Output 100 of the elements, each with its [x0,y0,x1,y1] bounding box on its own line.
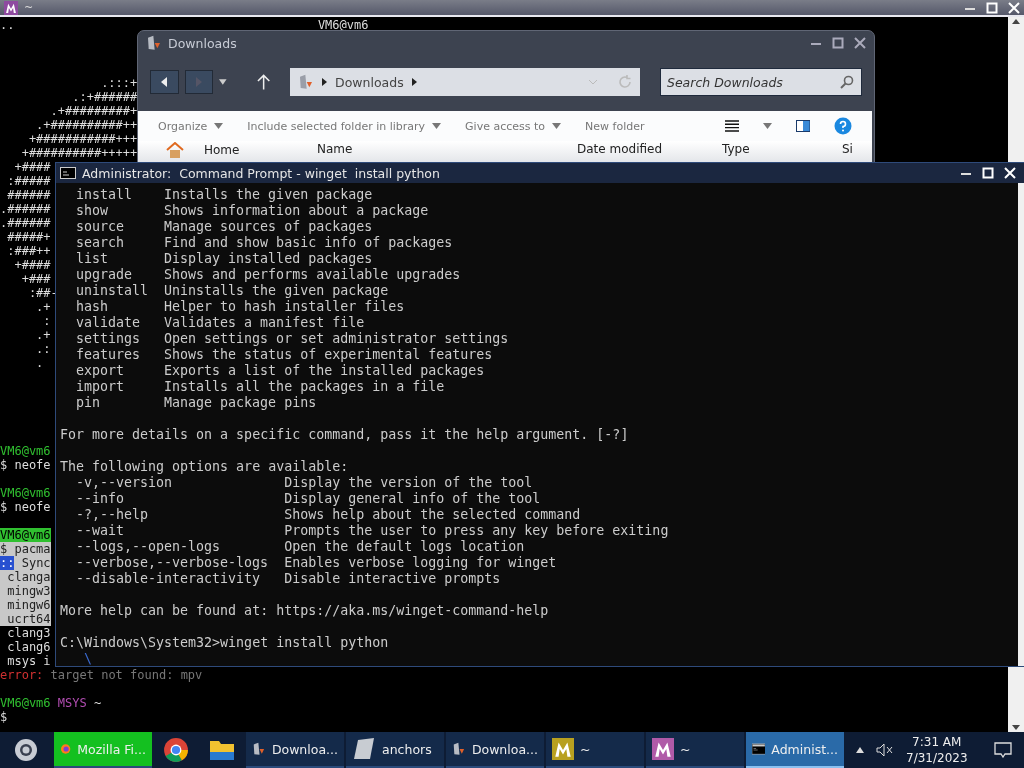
ascii-art-line: . [35,356,44,370]
terminal-line: $ neofe [0,458,51,472]
ascii-art-line: :###++ [6,244,51,258]
console-text: The following options are available: [60,459,350,475]
taskbar-button[interactable]: ~ [546,732,644,768]
option-description: Disable interactive prompts [284,571,501,587]
command-description: Installs all the packages in a file [164,379,445,395]
option-description: Shows help about the selected command [284,507,581,523]
option-name: -?,--help [76,507,150,523]
nav-item[interactable]: Home [188,143,240,157]
command-description: Shows information about a package [164,203,429,219]
terminal-line: VM6@vm6 [0,444,51,458]
command-name: validate [76,315,142,331]
option-name: --info [76,491,126,507]
option-name: --disable-interactivity [76,571,262,587]
terminal-line: VM6@vm6 [0,486,51,500]
taskbar-button[interactable]: anchors [346,732,444,768]
column-header[interactable]: Date modified [561,142,706,156]
ascii-art-line: .:+###### [71,90,138,104]
command-name: search [76,235,126,251]
ascii-art-line: :##- [27,286,58,300]
taskbar-button[interactable]: Downloa... [246,732,344,768]
ascii-art-line: .: [35,342,51,356]
command-name: install [76,187,134,203]
command-description: Installs the given package [164,187,373,203]
window-title: Downloads [168,35,238,51]
terminal-line: :: Sync [0,556,51,570]
column-header[interactable]: Si [826,142,872,156]
ascii-art-line: .+##########++ [35,118,138,132]
command-description: Find and show basic info of packages [164,235,453,251]
option-description: Open the default logs location [284,539,525,555]
column-header[interactable]: Type [706,142,826,156]
ascii-art-line: .+ [35,300,51,314]
command-name: list [76,251,110,267]
option-description: Enables verbose logging for winget [284,555,557,571]
terminal-line: VM6@vm6 MSYS ~ [0,696,102,710]
terminal-line: $ [0,710,8,724]
console-text: More help can be found at: https://aka.ms/winget-command-help [60,603,550,619]
terminal-line: $ neofe [0,500,51,514]
taskbar-button[interactable]: Administ... [746,732,844,768]
ascii-art-line: +##########+++++ [20,146,138,160]
terminal-line: clang6 [6,640,51,654]
toolbar-button[interactable]: Include selected folder in library [247,119,442,133]
terminal-line: msys i [6,654,51,668]
console-text: For more details on a specific command, pass it the help argument. [-?] [60,427,630,443]
command-description: Shows and performs available upgrades [164,267,461,283]
search-field[interactable]: Search Downloads [660,68,862,96]
toolbar-button[interactable]: Give access to [465,119,562,133]
terminal-line: clang3 [6,626,51,640]
address-bar[interactable]: Downloads [290,68,640,96]
command-name: import [76,379,126,395]
option-description: Display general info of the tool [284,491,541,507]
breadcrumb[interactable]: Downloads [335,74,404,90]
window-title: ~ [24,1,35,14]
command-name: show [76,203,110,219]
ascii-art-line: #####+ [6,230,51,244]
command-name: features [76,347,142,363]
toolbar-button[interactable]: New folder [585,119,645,133]
option-name: --logs,--open-logs [76,539,222,555]
ascii-art-line: .+ [35,328,51,342]
command-name: settings [76,331,142,347]
window-title: Administrator: Command Prompt - winget install python [82,165,441,181]
command-description: Display installed packages [164,251,373,267]
command-name: upgrade [76,267,134,283]
ascii-art-line: +### [20,272,51,286]
command-description: Validates a manifest file [164,315,365,331]
option-name: --wait [76,523,126,539]
ascii-art-line: .###### [0,216,51,230]
taskbar-button[interactable]: ~ [646,732,744,768]
ascii-art-line: ###### [6,188,51,202]
terminal-text: VM6@vm6 [317,18,369,32]
command-name: source [76,219,126,235]
option-description: Prompts the user to press any key before exiting [284,523,669,539]
command-name: pin [76,395,102,411]
command-description: Uninstalls the given package [164,283,389,299]
command-line: C:\Windows\System32>winget install python [60,635,390,651]
option-name: -v,--version [76,475,174,491]
option-description: Display the version of the tool [284,475,533,491]
command-name: export [76,363,126,379]
ascii-art-line: +#### [13,258,51,272]
terminal-line: error: target not found: mpv [0,668,203,682]
ascii-art-line: :##### [6,174,51,188]
option-name: --verbose,--verbose-logs [76,555,270,571]
ascii-art-line: .+#########+ [49,104,138,118]
ascii-art-line: +#### [13,160,51,174]
ascii-art-line: : [42,314,51,328]
spinner: \ [84,651,93,666]
ascii-art-line: .###### [0,202,51,216]
command-description: Exports a list of the installed packages [164,363,485,379]
ascii-art-line: .:::+ [100,76,138,90]
command-description: Open settings or set administrator settings [164,331,509,347]
command-description: Manage sources of packages [164,219,373,235]
toolbar-button[interactable]: Organize [158,119,224,133]
column-header[interactable]: Name [301,142,561,156]
command-description: Helper to hash installer files [164,299,405,315]
command-name: uninstall [76,283,150,299]
command-description: Shows the status of experimental features [164,347,493,363]
clock[interactable]: 7:31 AM 7/31/2023 [906,734,968,766]
taskbar-button[interactable]: Downloa... [446,732,544,768]
command-description: Manage package pins [164,395,317,411]
